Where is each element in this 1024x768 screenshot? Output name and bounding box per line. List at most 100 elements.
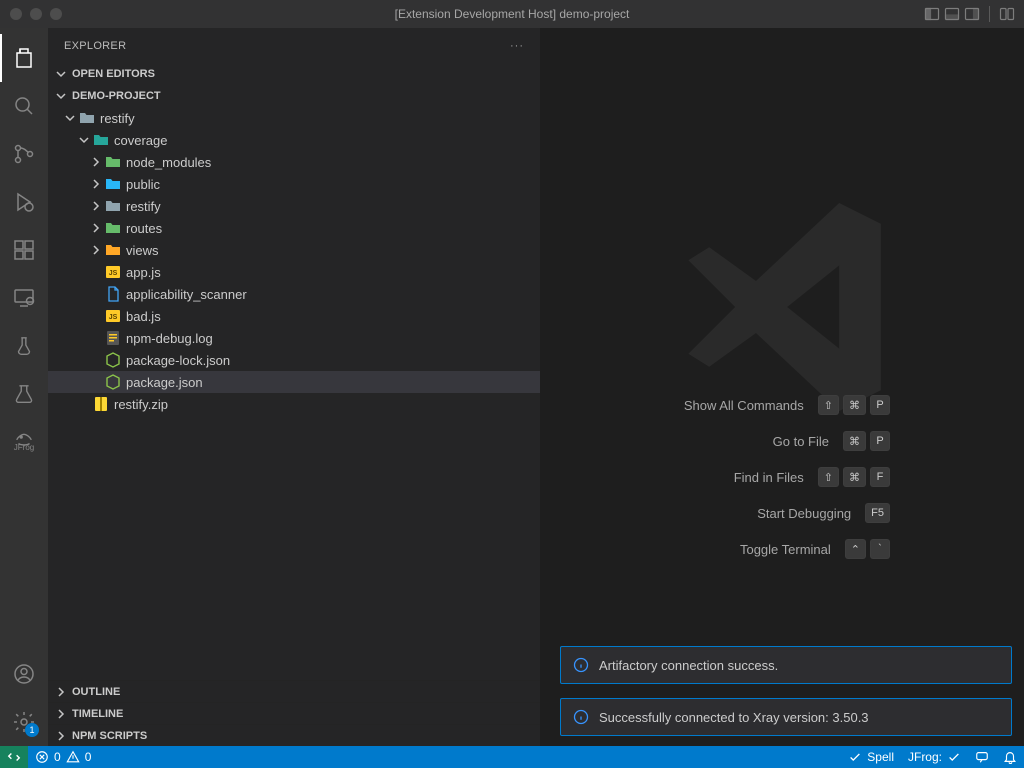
tree-file-npm-debug-log[interactable]: npm-debug.log	[48, 327, 540, 349]
tree-folder-restify[interactable]: restify	[48, 107, 540, 129]
tree-folder-routes[interactable]: routes	[48, 217, 540, 239]
shortcut-label: Show All Commands	[684, 398, 804, 413]
status-feedback[interactable]	[968, 746, 996, 768]
key-backtick: `	[870, 539, 890, 559]
tree-label: package.json	[126, 375, 203, 390]
zip-file-icon	[92, 395, 110, 413]
shortcut-label: Find in Files	[734, 470, 804, 485]
tree-label: views	[126, 243, 159, 258]
shortcut-row: Find in Files ⇧ ⌘ F	[734, 467, 890, 487]
accounts-activity[interactable]	[0, 650, 48, 698]
timeline-section[interactable]: TIMELINE	[48, 702, 540, 724]
tree-file-package-lock[interactable]: package-lock.json	[48, 349, 540, 371]
extensions-activity[interactable]	[0, 226, 48, 274]
file-tree: restify coverage node_modules public	[48, 107, 540, 415]
shortcut-row: Go to File ⌘ P	[773, 431, 890, 451]
npm-scripts-section[interactable]: NPM SCRIPTS	[48, 724, 540, 746]
search-activity[interactable]	[0, 82, 48, 130]
open-editors-label: OPEN EDITORS	[72, 68, 155, 80]
key-f: F	[870, 467, 890, 487]
tree-label: package-lock.json	[126, 353, 230, 368]
remote-explorer-activity[interactable]	[0, 274, 48, 322]
jfrog-label: JFrog	[14, 443, 34, 452]
key-p: P	[870, 395, 890, 415]
key-shift: ⇧	[818, 395, 839, 415]
notification-text: Successfully connected to Xray version: …	[599, 710, 869, 725]
tree-label: app.js	[126, 265, 161, 280]
folder-icon	[104, 153, 122, 171]
toggle-secondary-sidebar-icon[interactable]	[963, 5, 981, 23]
customize-layout-icon[interactable]	[998, 5, 1016, 23]
js-file-icon: JS	[104, 307, 122, 325]
key-p: P	[870, 431, 890, 451]
info-icon	[573, 657, 589, 673]
npm-scripts-label: NPM SCRIPTS	[72, 730, 147, 742]
open-editors-section[interactable]: OPEN EDITORS	[48, 63, 540, 85]
vscode-watermark-icon	[540, 28, 1024, 746]
json-file-icon	[104, 373, 122, 391]
outline-label: OUTLINE	[72, 686, 120, 698]
tree-label: restify	[100, 111, 135, 126]
tree-folder-restify-inner[interactable]: restify	[48, 195, 540, 217]
chevron-right-icon	[54, 730, 68, 742]
activity-bar: JFrog 1	[0, 28, 48, 746]
tree-file-package-json[interactable]: package.json	[48, 371, 540, 393]
tree-label: npm-debug.log	[126, 331, 213, 346]
explorer-sidebar: EXPLORER ··· OPEN EDITORS DEMO-PROJECT r…	[48, 28, 540, 746]
status-bar: 0 0 Spell JFrog:	[0, 746, 1024, 768]
explorer-activity[interactable]	[0, 34, 48, 82]
tree-file-app-js[interactable]: JS app.js	[48, 261, 540, 283]
info-icon	[573, 709, 589, 725]
tree-label: routes	[126, 221, 162, 236]
folder-icon	[104, 197, 122, 215]
window-title: [Extension Development Host] demo-projec…	[395, 7, 630, 21]
status-notifications[interactable]	[996, 746, 1024, 768]
tree-label: public	[126, 177, 160, 192]
folder-icon	[104, 175, 122, 193]
tree-label: node_modules	[126, 155, 211, 170]
tree-file-restify-zip[interactable]: restify.zip	[48, 393, 540, 415]
chevron-right-icon	[88, 244, 104, 256]
minimize-window-icon[interactable]	[30, 8, 42, 20]
chevron-right-icon	[88, 178, 104, 190]
project-label: DEMO-PROJECT	[72, 90, 161, 102]
tree-folder-public[interactable]: public	[48, 173, 540, 195]
status-problems[interactable]: 0 0	[28, 746, 98, 768]
test-tube-activity[interactable]	[0, 322, 48, 370]
tree-folder-node-modules[interactable]: node_modules	[48, 151, 540, 173]
project-section[interactable]: DEMO-PROJECT	[48, 85, 540, 107]
run-debug-activity[interactable]	[0, 178, 48, 226]
maximize-window-icon[interactable]	[50, 8, 62, 20]
close-window-icon[interactable]	[10, 8, 22, 20]
log-file-icon	[104, 329, 122, 347]
tree-file-bad-js[interactable]: JS bad.js	[48, 305, 540, 327]
shortcut-label: Go to File	[773, 434, 829, 449]
tree-folder-views[interactable]: views	[48, 239, 540, 261]
manage-activity[interactable]: 1	[0, 698, 48, 746]
toggle-panel-icon[interactable]	[943, 5, 961, 23]
status-spell[interactable]: Spell	[841, 746, 901, 768]
toggle-primary-sidebar-icon[interactable]	[923, 5, 941, 23]
folder-icon	[104, 241, 122, 259]
beaker-activity[interactable]	[0, 370, 48, 418]
source-control-activity[interactable]	[0, 130, 48, 178]
jfrog-label: JFrog:	[908, 750, 942, 764]
error-count: 0	[54, 750, 61, 764]
tree-folder-coverage[interactable]: coverage	[48, 129, 540, 151]
divider	[989, 6, 990, 22]
notification-artifactory[interactable]: Artifactory connection success.	[560, 646, 1012, 684]
key-cmd: ⌘	[843, 467, 866, 487]
window-controls[interactable]	[10, 8, 62, 20]
remote-indicator[interactable]	[0, 746, 28, 768]
outline-section[interactable]: OUTLINE	[48, 680, 540, 702]
folder-icon	[92, 131, 110, 149]
more-actions-icon[interactable]: ···	[510, 40, 524, 52]
title-bar: [Extension Development Host] demo-projec…	[0, 0, 1024, 28]
status-jfrog[interactable]: JFrog:	[901, 746, 968, 768]
folder-icon	[104, 219, 122, 237]
tree-file-applicability-scanner[interactable]: applicability_scanner	[48, 283, 540, 305]
jfrog-activity[interactable]: JFrog	[0, 418, 48, 460]
notification-xray[interactable]: Successfully connected to Xray version: …	[560, 698, 1012, 736]
layout-controls	[923, 5, 1016, 23]
settings-badge: 1	[25, 723, 39, 737]
